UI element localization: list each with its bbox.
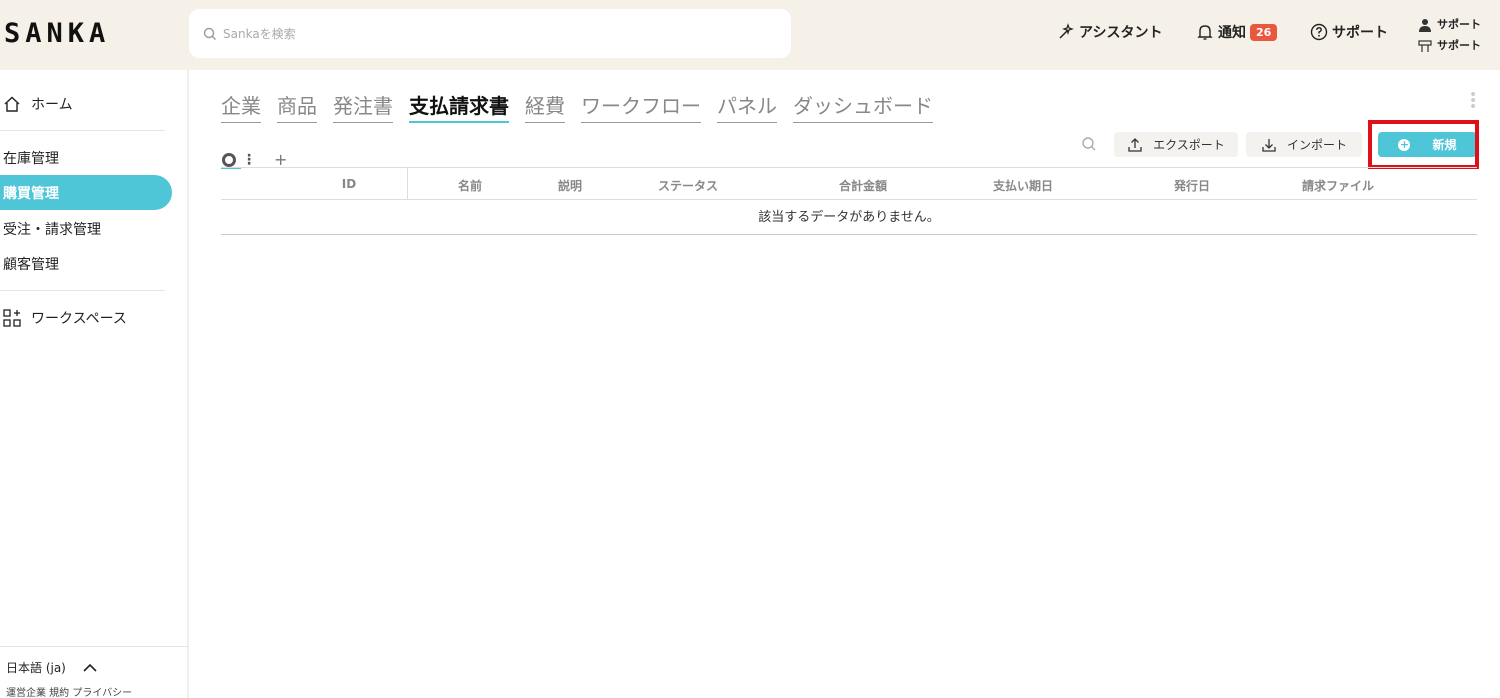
user-name: サポート xyxy=(1437,18,1481,31)
column-header-bill-file[interactable]: 請求ファイル xyxy=(1302,177,1374,194)
sidebar-item-home[interactable]: ホーム xyxy=(0,86,172,121)
column-header-name[interactable]: 名前 xyxy=(458,177,482,194)
sidebar-item-orders-billing[interactable]: 受注・請求管理 xyxy=(0,211,172,246)
sidebar-divider xyxy=(0,646,188,647)
tab-dashboards[interactable]: ダッシュボード xyxy=(793,90,933,123)
sidebar-item-purchasing[interactable]: 購買管理 xyxy=(0,175,172,210)
import-button[interactable]: インポート xyxy=(1246,132,1362,157)
global-search[interactable] xyxy=(189,9,791,58)
bell-icon xyxy=(1197,25,1213,40)
empty-state-message: 該当するデータがありません。 xyxy=(221,200,1477,235)
sidebar: ホーム 在庫管理 購買管理 受注・請求管理 顧客管理 ワークスペース 日本語 (… xyxy=(0,70,188,698)
bills-table: ID 名前 説明 ステータス 合計金額 支払い期日 発行日 請求ファイル 該当す… xyxy=(221,167,1477,235)
column-header-issue-date[interactable]: 発行日 xyxy=(1174,177,1210,194)
sidebar-item-label: 顧客管理 xyxy=(3,256,59,273)
column-header-status[interactable]: ステータス xyxy=(658,177,718,194)
column-separator[interactable] xyxy=(407,168,408,199)
apps-grid-icon xyxy=(3,308,21,327)
sidebar-item-label: 購買管理 xyxy=(3,185,59,202)
tab-expenses[interactable]: 経費 xyxy=(525,90,565,123)
tab-products[interactable]: 商品 xyxy=(277,90,317,123)
table-search-button[interactable] xyxy=(1081,136,1097,156)
main-content: 企業 商品 発注書 支払請求書 経費 ワークフロー パネル ダッシュボード • •… xyxy=(189,70,1500,698)
assistant-label: アシスタント xyxy=(1079,25,1163,41)
table-header: ID 名前 説明 ステータス 合計金額 支払い期日 発行日 請求ファイル xyxy=(221,167,1477,200)
user-workspace: サポート xyxy=(1437,39,1481,52)
view-options-icon[interactable]: ⋮ xyxy=(242,152,256,168)
tab-panels[interactable]: パネル xyxy=(717,90,777,123)
user-menu[interactable]: サポート サポート xyxy=(1418,14,1481,56)
help-circle-icon xyxy=(1310,23,1328,41)
sidebar-item-label: 受注・請求管理 xyxy=(3,221,101,238)
sidebar-item-label: ホーム xyxy=(31,96,73,113)
more-options-icon[interactable]: • • • xyxy=(1469,88,1477,114)
column-header-description[interactable]: 説明 xyxy=(558,177,582,194)
tab-workflows[interactable]: ワークフロー xyxy=(581,90,701,123)
tab-purchase-orders[interactable]: 発注書 xyxy=(333,90,393,123)
assistant-button[interactable]: アシスタント xyxy=(1057,22,1162,42)
column-header-total[interactable]: 合計金額 xyxy=(839,177,887,194)
download-icon xyxy=(1262,138,1276,152)
search-icon xyxy=(203,27,216,40)
chevron-up-icon xyxy=(83,663,97,672)
language-selector[interactable]: 日本語 (ja) xyxy=(6,659,98,676)
export-label: エクスポート xyxy=(1153,138,1225,152)
tab-bills[interactable]: 支払請求書 xyxy=(409,90,509,123)
sidebar-item-customers[interactable]: 顧客管理 xyxy=(0,246,172,281)
column-header-due-date[interactable]: 支払い期日 xyxy=(993,177,1053,194)
app-logo[interactable]: SANKA xyxy=(4,18,110,49)
search-input[interactable] xyxy=(223,26,763,41)
sidebar-item-label: ワークスペース xyxy=(31,310,127,327)
export-button[interactable]: エクスポート xyxy=(1114,132,1238,157)
magic-wand-icon xyxy=(1059,23,1074,39)
notification-count-badge: 26 xyxy=(1250,23,1278,41)
home-icon xyxy=(4,96,20,112)
upload-icon xyxy=(1128,137,1142,152)
sidebar-item-label: 在庫管理 xyxy=(3,150,59,167)
user-icon xyxy=(1419,18,1431,32)
highlight-box xyxy=(1368,120,1479,169)
support-button[interactable]: サポート xyxy=(1310,22,1388,42)
module-tabs: 企業 商品 発注書 支払請求書 経費 ワークフロー パネル ダッシュボード xyxy=(221,90,949,123)
search-icon xyxy=(1082,137,1096,151)
view-selector-icon[interactable] xyxy=(222,152,236,167)
app-header: SANKA アシスタント 通知 26 サポート サポート サポート xyxy=(0,0,1500,70)
workspace-icon xyxy=(1418,39,1432,52)
sidebar-item-inventory[interactable]: 在庫管理 xyxy=(0,140,172,175)
column-header-id[interactable]: ID xyxy=(342,177,356,191)
tab-companies[interactable]: 企業 xyxy=(221,90,261,123)
support-label: サポート xyxy=(1332,25,1388,41)
notifications-button[interactable]: 通知 26 xyxy=(1196,22,1278,42)
import-label: インポート xyxy=(1286,138,1347,152)
footer-links[interactable]: 運営企業 規約 プライバシー xyxy=(6,684,132,698)
notifications-label: 通知 xyxy=(1218,25,1246,41)
sidebar-item-workspace[interactable]: ワークスペース xyxy=(0,300,172,335)
language-label: 日本語 (ja) xyxy=(6,661,66,675)
sidebar-divider xyxy=(0,130,165,131)
sidebar-divider xyxy=(0,290,165,291)
